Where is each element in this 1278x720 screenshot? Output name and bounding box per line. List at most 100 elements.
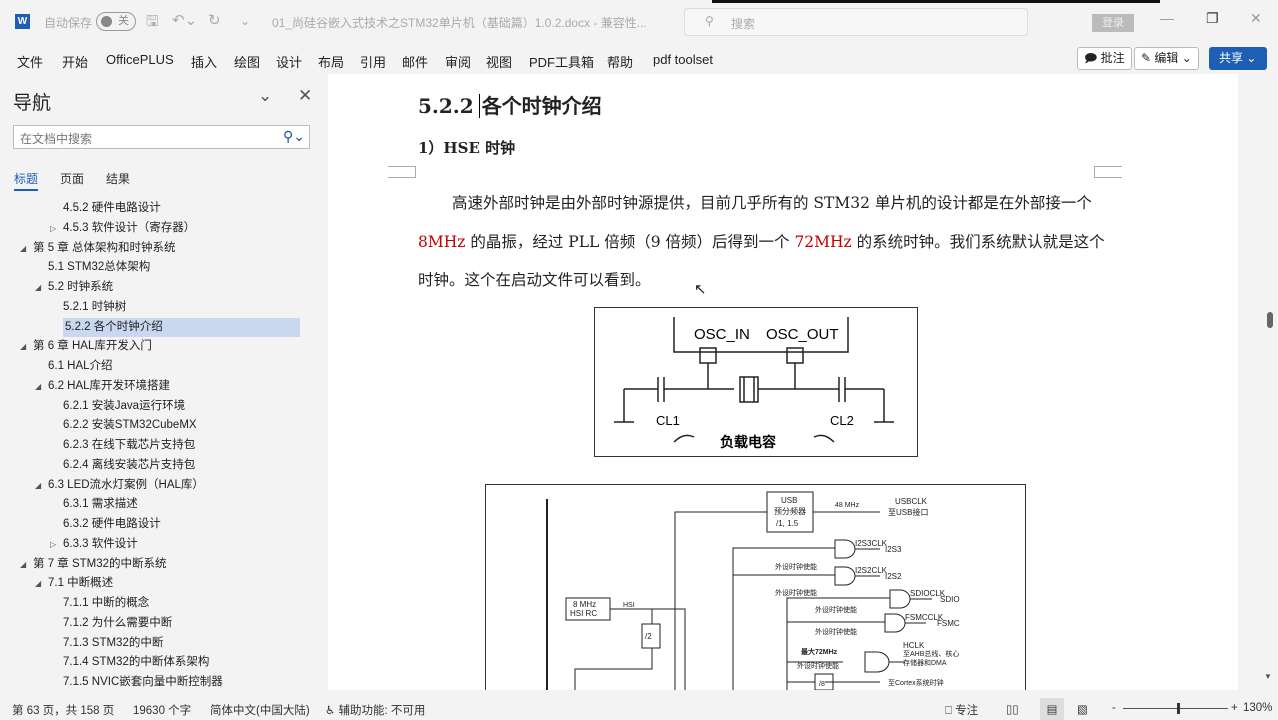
nav-item-label: 第 7 章 STM32的中断系统	[33, 557, 167, 570]
edit-mode-button[interactable]: ✎ 编辑 ⌄	[1134, 47, 1199, 70]
word-count[interactable]: 19630 个字	[133, 702, 191, 718]
nav-item[interactable]: 7.1.3 STM32的中断	[0, 634, 326, 654]
close-button[interactable]: ✕	[1250, 10, 1262, 27]
undo-icon[interactable]: ↶⌄	[172, 11, 197, 29]
zoom-level[interactable]: 130%	[1243, 702, 1272, 714]
nav-item[interactable]: 4.5.2 硬件电路设计	[0, 199, 326, 219]
menu-layout[interactable]: 布局	[318, 52, 344, 71]
nav-item[interactable]: 6.1 HAL介绍	[0, 357, 326, 377]
share-label: 共享	[1219, 51, 1244, 65]
language[interactable]: 简体中文(中国大陆)	[210, 702, 310, 718]
nav-item[interactable]: ◢ 7.1 中断概述	[0, 574, 326, 594]
expanded-triangle-icon[interactable]: ◢	[20, 337, 26, 356]
zoom-in-button[interactable]: +	[1231, 702, 1238, 714]
minimize-button[interactable]: —	[1160, 10, 1174, 26]
nav-item[interactable]: 6.2.4 离线安装芯片支持包	[0, 456, 326, 476]
collapsed-triangle-icon[interactable]: ▷	[50, 219, 56, 238]
nav-item[interactable]: 6.3.1 需求描述	[0, 495, 326, 515]
nav-item[interactable]: 6.2.2 安装STM32CubeMX	[0, 416, 326, 436]
redo-icon[interactable]: ↻	[208, 11, 221, 29]
menu-file[interactable]: 文件	[17, 52, 43, 71]
chevron-down-icon[interactable]: ⌄	[258, 86, 272, 106]
menu-officeplus[interactable]: OfficePLUS	[106, 52, 174, 67]
nav-item[interactable]: 7.1.5 NVIC嵌套向量中断控制器	[0, 673, 326, 693]
nav-item[interactable]: 6.2.1 安装Java运行环境	[0, 397, 326, 417]
search-icon[interactable]: ⚲⌄	[283, 128, 305, 145]
menu-home[interactable]: 开始	[62, 52, 88, 71]
menu-mailings[interactable]: 邮件	[402, 52, 428, 71]
menu-design[interactable]: 设计	[276, 52, 302, 71]
nav-item[interactable]: 5.2.1 时钟树	[0, 298, 326, 318]
nav-item[interactable]: ◢ 第 6 章 HAL库开发入门	[0, 337, 326, 357]
share-button[interactable]: 共享 ⌄	[1209, 47, 1267, 70]
edit-label: 编辑	[1154, 51, 1179, 65]
expanded-triangle-icon[interactable]: ◢	[20, 555, 26, 574]
nav-search-input[interactable]: 在文档中搜索 ⚲⌄	[13, 125, 310, 149]
customize-icon[interactable]: ⌄	[240, 14, 250, 28]
nav-item[interactable]: 6.3.2 硬件电路设计	[0, 515, 326, 535]
nav-item[interactable]: ▷ 6.3.3 软件设计	[0, 535, 326, 555]
nav-item[interactable]: ◢ 第 7 章 STM32的中断系统	[0, 555, 326, 575]
zoom-out-button[interactable]: -	[1112, 702, 1116, 714]
login-button[interactable]: 登录	[1092, 14, 1134, 32]
nav-item[interactable]: 7.1.4 STM32的中断体系架构	[0, 653, 326, 673]
nav-item[interactable]: ◢ 6.3 LED流水灯案例（HAL库）	[0, 476, 326, 496]
tab-headings[interactable]: 标题	[14, 170, 39, 191]
nav-item-label: 6.3.3 软件设计	[63, 537, 138, 550]
page-count[interactable]: 第 63 页，共 158 页	[12, 702, 114, 718]
nav-item[interactable]: ◢ 6.2 HAL库开发环境搭建	[0, 377, 326, 397]
expanded-triangle-icon[interactable]: ◢	[35, 377, 41, 396]
comment-button[interactable]: 🗩 批注	[1077, 47, 1132, 70]
menu-draw[interactable]: 绘图	[234, 52, 260, 71]
hclk-label: HCLK	[903, 641, 925, 650]
nav-item[interactable]: ◢ 5.2 时钟系统	[0, 278, 326, 298]
nav-item[interactable]: 5.1 STM32总体架构	[0, 258, 326, 278]
expanded-triangle-icon[interactable]: ◢	[35, 476, 41, 495]
section-heading: 5.2.2 各个时钟介绍	[418, 90, 602, 119]
expanded-triangle-icon[interactable]: ◢	[20, 239, 26, 258]
menu-help[interactable]: 帮助	[607, 52, 633, 71]
web-layout-icon[interactable]: ▧	[1077, 702, 1088, 716]
nav-item[interactable]: 5.2.2 各个时钟介绍	[0, 317, 326, 338]
menu-pdf-toolset[interactable]: pdf toolset	[653, 52, 713, 67]
save-icon[interactable]: 🖫	[146, 11, 159, 36]
nav-item-label: 5.1 STM32总体架构	[48, 261, 151, 274]
scroll-down-arrow[interactable]: ▼	[1264, 672, 1272, 681]
tab-pages[interactable]: 页面	[60, 170, 84, 187]
collapsed-triangle-icon[interactable]: ▷	[50, 535, 56, 554]
menu-pdf-toolbox[interactable]: PDF工具箱	[529, 52, 594, 71]
menu-view[interactable]: 视图	[486, 52, 512, 71]
hsi-box-line2: HSI RC	[570, 609, 597, 618]
menu-references[interactable]: 引用	[360, 52, 386, 71]
menu-insert[interactable]: 插入	[191, 52, 217, 71]
title-bar: W 自动保存 关 🖫 ↶⌄ ↻ ⌄ 01_尚硅谷嵌入式技术之STM32单片机（基…	[0, 0, 1278, 44]
print-layout-icon[interactable]: ▤	[1040, 698, 1064, 720]
tab-results[interactable]: 结果	[106, 170, 130, 187]
vertical-scrollbar[interactable]	[1267, 312, 1273, 328]
osc-in-label: OSC_IN	[694, 326, 750, 343]
nav-item[interactable]: 7.1.1 中断的概念	[0, 594, 326, 614]
hclk-dest2: 存储器和DMA	[903, 658, 947, 667]
accessibility-status[interactable]: ♿ 辅助功能: 不可用	[325, 702, 425, 718]
focus-button[interactable]: ⎕ 专注	[945, 702, 978, 718]
nav-item-label: 7.1.2 为什么需要中断	[63, 616, 173, 629]
menu-review[interactable]: 审阅	[445, 52, 471, 71]
zoom-slider-thumb[interactable]	[1177, 703, 1180, 714]
nav-item[interactable]: 7.1.2 为什么需要中断	[0, 614, 326, 634]
expanded-triangle-icon[interactable]: ◢	[35, 278, 41, 297]
hsi-box-line1: 8 MHz	[573, 600, 596, 609]
search-box[interactable]: ⚲ 搜索	[684, 8, 1028, 36]
nav-item[interactable]: 6.2.3 在线下载芯片支持包	[0, 436, 326, 456]
autosave-toggle[interactable]: 关	[96, 12, 136, 31]
margin-mark	[388, 166, 416, 178]
enable-label: 外设时钟使能	[815, 627, 857, 636]
read-mode-icon[interactable]: ▯▯	[1006, 702, 1019, 716]
enable-label: 外设时钟使能	[815, 605, 857, 614]
zoom-slider[interactable]	[1123, 703, 1228, 714]
close-icon[interactable]: ✕	[298, 86, 312, 106]
expanded-triangle-icon[interactable]: ◢	[35, 574, 41, 593]
restore-button[interactable]: ❐	[1206, 10, 1219, 27]
nav-item[interactable]: ◢ 第 5 章 总体架构和时钟系统	[0, 239, 326, 259]
nav-item[interactable]: ▷ 4.5.3 软件设计（寄存器）	[0, 219, 326, 239]
nav-item-label: 7.1.3 STM32的中断	[63, 636, 164, 649]
